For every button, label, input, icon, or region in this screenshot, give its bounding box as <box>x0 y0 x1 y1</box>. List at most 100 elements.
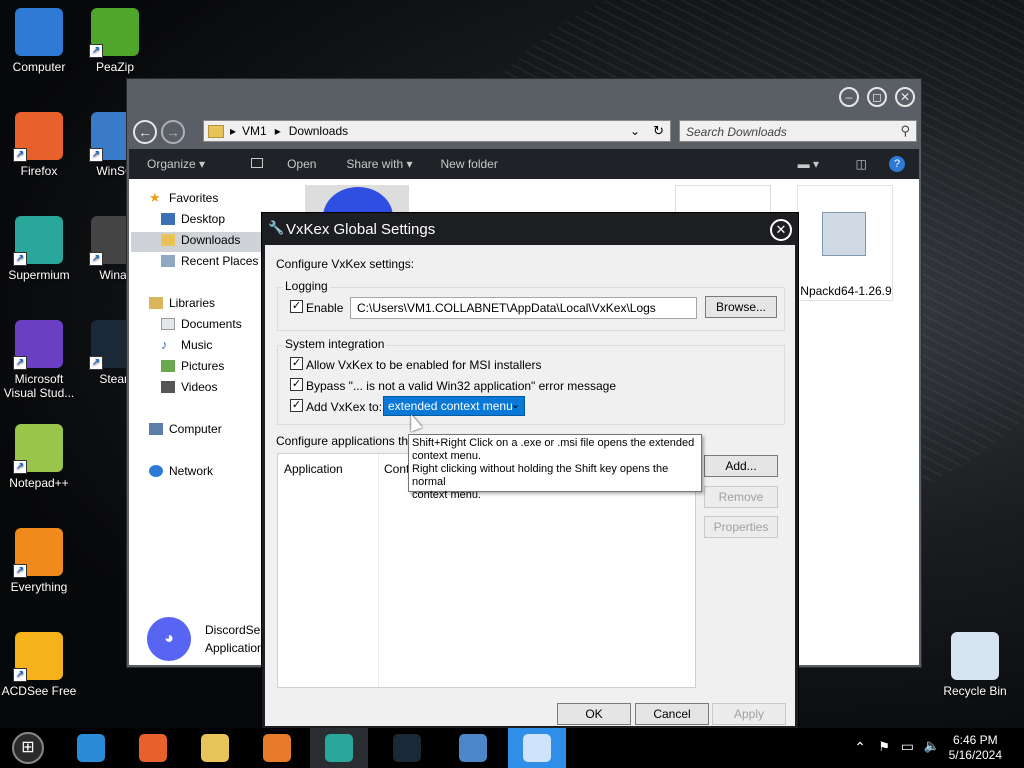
desktop-icon-everything[interactable]: ↗ Everything <box>0 528 78 594</box>
volume-icon[interactable]: 🔈 <box>924 738 940 754</box>
explorer-titlebar[interactable]: – ◻ ✕ <box>127 79 921 115</box>
search-input[interactable]: Search Downloads ⚲ <box>679 120 917 142</box>
file-discord[interactable]: ◕ DiscordSe Application <box>147 617 267 665</box>
network-icon <box>149 465 163 477</box>
desktop-icon-label: Firefox <box>20 164 58 178</box>
address-box[interactable]: ▸ VM1 ▸ Downloads ⌄ ↻ <box>203 120 671 142</box>
desktop-icon-computer[interactable]: Computer <box>0 8 78 74</box>
apply-button[interactable]: Apply <box>712 703 786 725</box>
nav-pictures[interactable]: Pictures <box>161 359 224 373</box>
libraries-icon <box>149 297 163 309</box>
organize-button[interactable]: Organize ▾ <box>147 157 205 171</box>
log-path-field[interactable]: C:\Users\VM1.COLLABNET\AppData\Local\VxK… <box>350 297 697 319</box>
clock-date: 5/16/2024 <box>948 748 1002 762</box>
context-menu-select[interactable]: extended context menu ⌄ <box>383 396 525 416</box>
breadcrumb-downloads[interactable]: Downloads <box>289 124 348 138</box>
view-icon[interactable]: ▬ ▾ <box>798 157 819 171</box>
help-icon[interactable]: ? <box>889 156 905 172</box>
nav-downloads-label: Downloads <box>181 233 241 247</box>
dialog-titlebar[interactable]: 🔧 VxKex Global Settings ✕ <box>262 213 798 245</box>
search-placeholder: Search Downloads <box>686 125 787 139</box>
tooltip-line-3: Right clicking without holding the Shift… <box>412 463 669 488</box>
taskbar-file-explorer-button[interactable] <box>186 728 244 768</box>
nav-recent-places[interactable]: Recent Places <box>161 254 258 268</box>
navigation-pane: ★ Favorites Desktop Downloads Recent Plac… <box>129 179 263 665</box>
chevron-down-icon[interactable]: ⌄ <box>630 124 640 138</box>
nav-downloads[interactable]: Downloads <box>161 233 240 247</box>
nav-computer[interactable]: Computer <box>149 422 222 436</box>
close-button[interactable]: ✕ <box>895 87 915 107</box>
taskbar-supermium-button[interactable] <box>310 728 368 768</box>
discord-icon: ◕ <box>147 617 191 661</box>
ok-button[interactable]: OK <box>557 703 631 725</box>
show-hidden-icons-icon[interactable]: ⌃ <box>854 739 866 756</box>
taskbar-media-player-button[interactable] <box>248 728 306 768</box>
shortcut-arrow-icon: ↗ <box>13 252 27 266</box>
properties-app-button[interactable]: Properties <box>704 516 778 538</box>
desktop-icon-firefox[interactable]: ↗ Firefox <box>0 112 78 178</box>
cancel-button[interactable]: Cancel <box>635 703 709 725</box>
col-application-header[interactable]: Application <box>284 462 343 476</box>
taskbar-control-panel-button[interactable] <box>444 728 502 768</box>
forward-button[interactable]: → <box>161 120 185 144</box>
desktop-icon-label: Everything <box>10 580 68 594</box>
browse-button[interactable]: Browse... <box>705 296 777 318</box>
refresh-icon[interactable]: ↻ <box>653 123 664 139</box>
desktop-icon-notepad[interactable]: ↗ Notepad++ <box>0 424 78 490</box>
network-status-icon[interactable]: ▭ <box>901 738 914 755</box>
dialog-close-button[interactable]: ✕ <box>770 219 792 241</box>
desktop-icon-microsoft-visual-stud[interactable]: ↗ Microsoft Visual Stud... <box>0 320 78 400</box>
desktop-icon-supermium[interactable]: ↗ Supermium <box>0 216 78 282</box>
file-npackd-label: Npackd64-1.26.9 <box>800 284 892 298</box>
preview-pane-icon[interactable]: ◫ <box>856 157 867 171</box>
start-button[interactable]: ⊞ <box>12 732 44 764</box>
nav-libraries[interactable]: Libraries <box>149 296 215 310</box>
nav-network[interactable]: Network <box>149 464 213 478</box>
taskbar-vxkex-button[interactable] <box>508 728 566 768</box>
nav-documents[interactable]: Documents <box>161 317 242 331</box>
new-folder-button[interactable]: New folder <box>440 157 497 171</box>
clock[interactable]: 6:46 PM 5/16/2024 <box>949 733 1002 763</box>
action-center-flag-icon[interactable]: ⚑ <box>878 739 890 755</box>
nav-favorites[interactable]: ★ Favorites <box>149 191 218 205</box>
open-button[interactable]: Open <box>233 157 316 171</box>
nav-music[interactable]: ♪ Music <box>161 338 212 352</box>
shortcut-arrow-icon: ↗ <box>13 564 27 578</box>
file-discord-type: Application <box>205 641 264 655</box>
allow-msi-checkbox[interactable]: ✓ <box>290 357 303 370</box>
desktop-icon-peazip[interactable]: ↗ PeaZip <box>76 8 154 74</box>
downloads-folder-icon <box>161 234 175 246</box>
app-icon <box>951 632 999 680</box>
app-icon: ↗ <box>13 528 63 578</box>
file-thumbnail-blank[interactable] <box>675 185 771 215</box>
nav-desktop[interactable]: Desktop <box>161 212 225 226</box>
nav-favorites-label: Favorites <box>169 191 219 205</box>
remove-app-button[interactable]: Remove <box>704 486 778 508</box>
desktop-icon <box>161 213 175 225</box>
chevron-down-icon: ⌄ <box>510 399 520 411</box>
taskbar-steam-button[interactable] <box>378 728 436 768</box>
add-app-button[interactable]: Add... <box>704 455 778 477</box>
shortcut-arrow-icon: ↗ <box>89 44 103 58</box>
share-with-button[interactable]: Share with ▾ <box>346 157 412 171</box>
desktop-icon-recycle-bin[interactable]: Recycle Bin <box>936 632 1014 698</box>
installer-icon <box>822 212 866 256</box>
taskbar-firefox-button[interactable] <box>124 728 182 768</box>
pictures-icon <box>161 360 175 372</box>
bypass-error-checkbox[interactable]: ✓ <box>290 378 303 391</box>
back-button[interactable]: ← <box>133 120 157 144</box>
enable-logging-checkbox[interactable]: ✓ <box>290 300 303 313</box>
taskbar-internet-explorer-button[interactable] <box>62 728 120 768</box>
desktop-icon-acdsee-free[interactable]: ↗ ACDSee Free <box>0 632 78 698</box>
system-integration-label: System integration <box>283 337 387 351</box>
app-icon: ↗ <box>13 320 63 370</box>
file-npackd[interactable]: Npackd64-1.26.9 <box>797 185 893 301</box>
dialog-title: VxKex Global Settings <box>286 220 436 238</box>
add-vxkex-checkbox[interactable]: ✓ <box>290 399 303 412</box>
minimize-button[interactable]: – <box>839 87 859 107</box>
configure-apps-label: Configure applications that <box>276 434 419 448</box>
nav-videos[interactable]: Videos <box>161 380 217 394</box>
nav-libraries-label: Libraries <box>169 296 216 310</box>
breadcrumb-vm1[interactable]: VM1 <box>242 124 267 138</box>
maximize-button[interactable]: ◻ <box>867 87 887 107</box>
